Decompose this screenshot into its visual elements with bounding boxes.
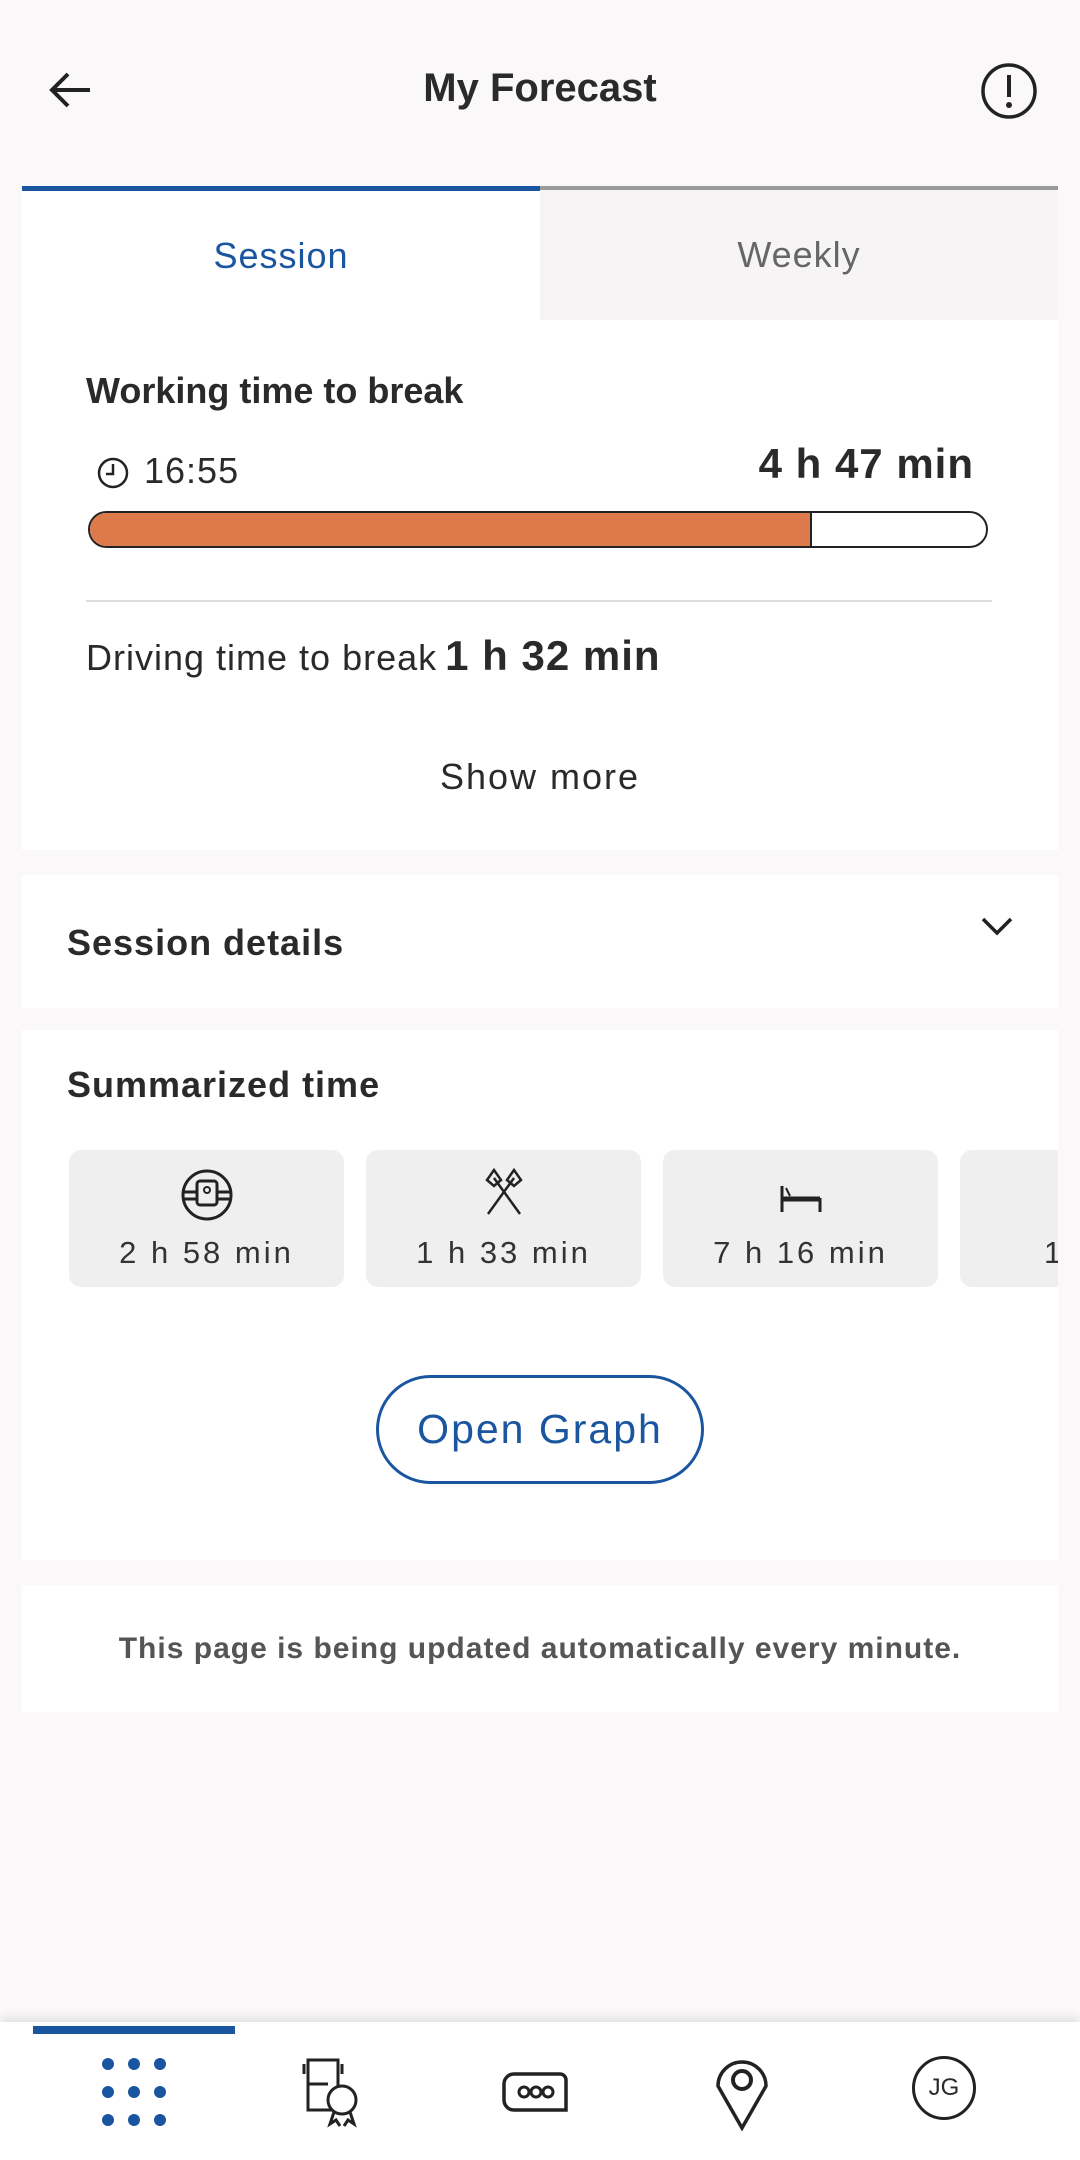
tile-other[interactable]: 1 xyxy=(960,1150,1058,1287)
working-remaining: 4 h 47 min xyxy=(758,440,974,487)
driving-time-row: Driving time to break 1 h 32 min xyxy=(86,632,661,680)
clock-time: 16:55 xyxy=(144,450,240,491)
session-details-title: Session details xyxy=(67,922,345,963)
tile-driving[interactable]: 2 h 58 min xyxy=(69,1150,344,1287)
driving-value: 1 h 32 min xyxy=(445,632,661,679)
exclamation-circle-icon[interactable] xyxy=(980,62,1038,120)
working-time-title: Working time to break xyxy=(86,370,464,411)
tile-rest[interactable]: 7 h 16 min xyxy=(663,1150,938,1287)
active-indicator xyxy=(33,2026,235,2034)
grid-dots-icon[interactable] xyxy=(94,2052,174,2132)
steering-wheel-icon xyxy=(181,1169,232,1221)
driving-label: Driving time to break xyxy=(86,637,438,678)
truck-award-icon[interactable] xyxy=(296,2052,376,2132)
tile-value: 1 h 33 min xyxy=(416,1235,591,1270)
bottom-nav: JG xyxy=(0,2022,1080,2160)
summary-tiles-scroller[interactable]: 2 h 58 min 1 h 33 min 7 h 16 min 1 xyxy=(22,1140,1058,1300)
bed-icon xyxy=(780,1186,821,1212)
chevron-down-icon[interactable] xyxy=(980,916,1014,938)
tile-value: 2 h 58 min xyxy=(119,1235,294,1270)
tab-weekly[interactable]: Weekly xyxy=(540,186,1058,320)
tab-session[interactable]: Session xyxy=(22,186,540,320)
tile-work[interactable]: 1 h 33 min xyxy=(366,1150,641,1287)
clock-icon xyxy=(97,457,129,489)
tab-bar: Session Weekly xyxy=(22,186,1058,320)
show-more-button[interactable]: Show more xyxy=(22,756,1058,798)
location-pin-icon[interactable] xyxy=(702,2052,782,2132)
crossed-hammers-icon xyxy=(484,1168,523,1215)
avatar[interactable]: JG xyxy=(912,2056,976,2120)
divider xyxy=(86,600,992,602)
open-graph-button[interactable]: Open Graph xyxy=(376,1375,704,1484)
chat-bubble-icon[interactable] xyxy=(498,2052,578,2132)
progress-fill xyxy=(90,513,813,546)
tile-value: 1 xyxy=(1044,1235,1058,1270)
auto-update-note: This page is being updated automatically… xyxy=(118,1632,962,1665)
summarized-title: Summarized time xyxy=(67,1064,381,1105)
working-progress-bar xyxy=(88,511,988,548)
tile-value: 7 h 16 min xyxy=(713,1235,888,1270)
page-title: My Forecast xyxy=(423,66,657,110)
